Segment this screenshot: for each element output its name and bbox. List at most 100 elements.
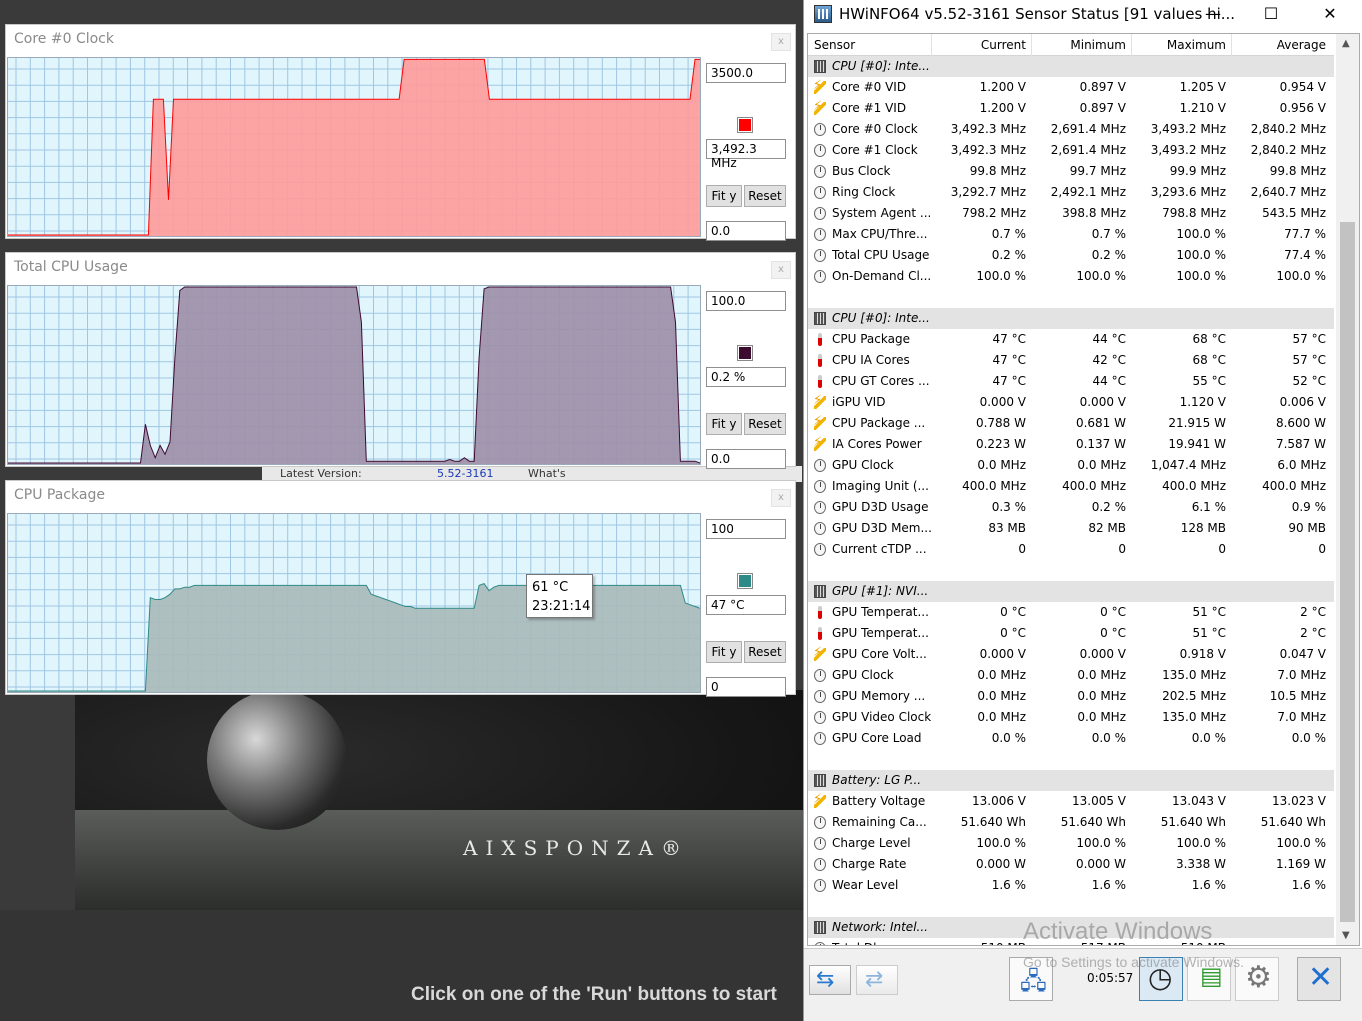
sensor-row[interactable]: GPU D3D Mem... 83 MB 82 MB 128 MB 90 MB [808, 518, 1334, 539]
sensor-average-value: 51.640 Wh [1260, 815, 1326, 829]
close-icon[interactable]: x [771, 261, 791, 279]
sensor-group-row[interactable]: CPU [#0]: Inte... [808, 308, 1334, 329]
sensor-row[interactable]: CPU IA Cores 47 °C 42 °C 68 °C 57 °C [808, 350, 1334, 371]
sensor-maximum-value: 13.043 V [1171, 794, 1226, 808]
sensor-row[interactable]: Core #0 Clock 3,492.3 MHz 2,691.4 MHz 3,493… [808, 119, 1334, 140]
chart-svg [8, 286, 700, 464]
graph-min-field[interactable]: 0 [706, 677, 786, 697]
whats-new-link[interactable]: What's [528, 467, 566, 480]
thermometer-icon [814, 606, 826, 619]
sensor-row[interactable]: GPU Clock 0.0 MHz 0.0 MHz 135.0 MHz 7.0 MHz [808, 665, 1334, 686]
reset-button[interactable]: Reset [744, 641, 786, 663]
fit-y-button[interactable]: Fit y [706, 413, 742, 435]
graph-plot-area [7, 513, 701, 693]
scrollbar-thumb[interactable] [1340, 222, 1355, 922]
sensor-average-value: 6.0 MHz [1277, 458, 1326, 472]
graph-max-field[interactable]: 3500.0 [706, 63, 786, 83]
sensor-average-value: 7.0 MHz [1277, 710, 1326, 724]
sensor-row[interactable]: GPU Temperat... 0 °C 0 °C 51 °C 2 °C [808, 602, 1334, 623]
sensor-maximum-value: 1.6 % [1191, 878, 1226, 892]
navigate-button[interactable]: ⇆ [809, 965, 851, 995]
sensor-maximum-value: 798.8 MHz [1162, 206, 1226, 220]
voltage-icon [813, 792, 826, 808]
graph-plot-area [7, 285, 701, 465]
sensor-name: Charge Level [832, 836, 911, 850]
sensor-row[interactable]: Max CPU/Thre... 0.7 % 0.7 % 100.0 % 77.7 % [808, 224, 1334, 245]
sensor-row[interactable]: Battery Voltage 13.006 V 13.005 V 13.043 V 1… [808, 791, 1334, 812]
column-header-maximum[interactable]: Maximum [1167, 38, 1226, 52]
close-icon: ✕ [1308, 960, 1334, 995]
sensor-row[interactable]: Ring Clock 3,292.7 MHz 2,492.1 MHz 3,293.6 … [808, 182, 1334, 203]
sensor-row[interactable]: GPU Clock 0.0 MHz 0.0 MHz 1,047.4 MHz 6.0 MH… [808, 455, 1334, 476]
sensor-row[interactable]: CPU Package 47 °C 44 °C 68 °C 57 °C [808, 329, 1334, 350]
sensor-row[interactable]: GPU Temperat... 0 °C 0 °C 51 °C 2 °C [808, 623, 1334, 644]
close-icon[interactable]: x [771, 489, 791, 507]
column-separator[interactable] [1031, 34, 1032, 56]
vertical-scrollbar[interactable]: ▲ ▼ [1336, 34, 1359, 945]
series-color-swatch[interactable] [737, 345, 753, 361]
series-color-swatch[interactable] [737, 117, 753, 133]
sensor-group-row[interactable]: Battery: LG P... [808, 770, 1334, 791]
scroll-down-icon[interactable]: ▼ [1342, 930, 1350, 941]
sensor-row[interactable]: CPU Package ... 0.788 W 0.681 W 21.915 W 8.6… [808, 413, 1334, 434]
sensor-current-value: 0 °C [1000, 605, 1026, 619]
sensor-maximum-value: 0 [1218, 542, 1226, 556]
sensor-row[interactable]: GPU Core Volt... 0.000 V 0.000 V 0.918 V 0.0… [808, 644, 1334, 665]
sensor-row[interactable]: Core #1 Clock 3,492.3 MHz 2,691.4 MHz 3,493… [808, 140, 1334, 161]
graph-max-field[interactable]: 100 [706, 519, 786, 539]
sensor-row[interactable]: Core #0 VID 1.200 V 0.897 V 1.205 V 0.954 V [808, 77, 1334, 98]
sensor-maximum-value: 1.210 V [1179, 101, 1226, 115]
column-separator[interactable] [931, 34, 932, 56]
close-icon[interactable]: x [771, 33, 791, 51]
sensor-group-row[interactable]: CPU [#0]: Inte... [808, 56, 1334, 77]
graph-max-field[interactable]: 100.0 [706, 291, 786, 311]
column-header-current[interactable]: Current [981, 38, 1026, 52]
series-color-swatch[interactable] [737, 573, 753, 589]
column-header-sensor[interactable]: Sensor [814, 38, 855, 52]
sensor-group-row[interactable]: GPU [#1]: NVI... [808, 581, 1334, 602]
column-separator[interactable] [1131, 34, 1132, 56]
tooltip-value: 61 °C [532, 580, 569, 595]
sensor-row[interactable]: On-Demand Cl... 100.0 % 100.0 % 100.0 % 100.… [808, 266, 1334, 287]
sensor-row[interactable]: Total CPU Usage 0.2 % 0.2 % 100.0 % 77.4 % [808, 245, 1334, 266]
graph-min-field[interactable]: 0.0 [706, 449, 786, 469]
sensor-row[interactable]: IA Cores Power 0.223 W 0.137 W 19.941 W 7.58… [808, 434, 1334, 455]
sensor-row[interactable]: GPU Memory ... 0.0 MHz 0.0 MHz 202.5 MHz 10.… [808, 686, 1334, 707]
collapse-button[interactable]: ⇄ [856, 965, 898, 995]
sensor-row[interactable]: Current cTDP ... 0 0 0 0 [808, 539, 1334, 560]
sensor-row[interactable]: Charge Rate 0.000 W 0.000 W 3.338 W 1.169 W [808, 854, 1334, 875]
sensor-average-value: 8.600 W [1275, 416, 1326, 430]
sensor-row[interactable]: GPU D3D Usage 0.3 % 0.2 % 6.1 % 0.9 % [808, 497, 1334, 518]
fit-y-button[interactable]: Fit y [706, 641, 742, 663]
sensor-average-value: 77.7 % [1284, 227, 1326, 241]
sensor-minimum-value: 82 MB [1088, 521, 1126, 535]
column-header-average[interactable]: Average [1277, 38, 1326, 52]
title-bar[interactable]: HWiNFO64 v5.52-3161 Sensor Status [91 va… [804, 0, 1362, 30]
activate-windows-subtext: Go to Settings to activate Windows. [1023, 954, 1244, 970]
reset-button[interactable]: Reset [744, 185, 786, 207]
reset-button[interactable]: Reset [744, 413, 786, 435]
sensor-row[interactable]: iGPU VID 0.000 V 0.000 V 1.120 V 0.006 V [808, 392, 1334, 413]
graph-min-field[interactable]: 0.0 [706, 221, 786, 241]
sensor-row[interactable]: CPU GT Cores ... 47 °C 44 °C 55 °C 52 °C [808, 371, 1334, 392]
fit-y-button[interactable]: Fit y [706, 185, 742, 207]
sensor-row[interactable]: Core #1 VID 1.200 V 0.897 V 1.210 V 0.956 V [808, 98, 1334, 119]
sensor-row[interactable]: GPU Video Clock 0.0 MHz 0.0 MHz 135.0 MHz 7.… [808, 707, 1334, 728]
sensor-row[interactable]: Wear Level 1.6 % 1.6 % 1.6 % 1.6 % [808, 875, 1334, 896]
close-button[interactable]: ✕ [1301, 0, 1359, 30]
close-sensors-button[interactable]: ✕ [1297, 957, 1341, 1001]
sensor-row[interactable]: System Agent ... 798.2 MHz 398.8 MHz 798.8 … [808, 203, 1334, 224]
maximize-button[interactable]: ☐ [1242, 0, 1300, 30]
graph-title: Core #0 Clock [14, 31, 114, 47]
sensor-row[interactable]: Bus Clock 99.8 MHz 99.7 MHz 99.9 MHz 99.8 MH… [808, 161, 1334, 182]
scroll-up-icon[interactable]: ▲ [1342, 38, 1350, 49]
graph-current-field: 47 °C [706, 595, 786, 615]
sensor-row[interactable]: Remaining Ca... 51.640 Wh 51.640 Wh 51.640 … [808, 812, 1334, 833]
column-header-minimum[interactable]: Minimum [1070, 38, 1126, 52]
minimize-button[interactable]: — [1184, 0, 1242, 30]
column-separator[interactable] [1231, 34, 1232, 56]
sensor-row[interactable]: GPU Core Load 0.0 % 0.0 % 0.0 % 0.0 % [808, 728, 1334, 749]
sensor-row[interactable]: Imaging Unit (... 400.0 MHz 400.0 MHz 400.0… [808, 476, 1334, 497]
sensor-row[interactable]: Charge Level 100.0 % 100.0 % 100.0 % 100.0 % [808, 833, 1334, 854]
sensor-current-value: 510 MB [981, 941, 1026, 945]
